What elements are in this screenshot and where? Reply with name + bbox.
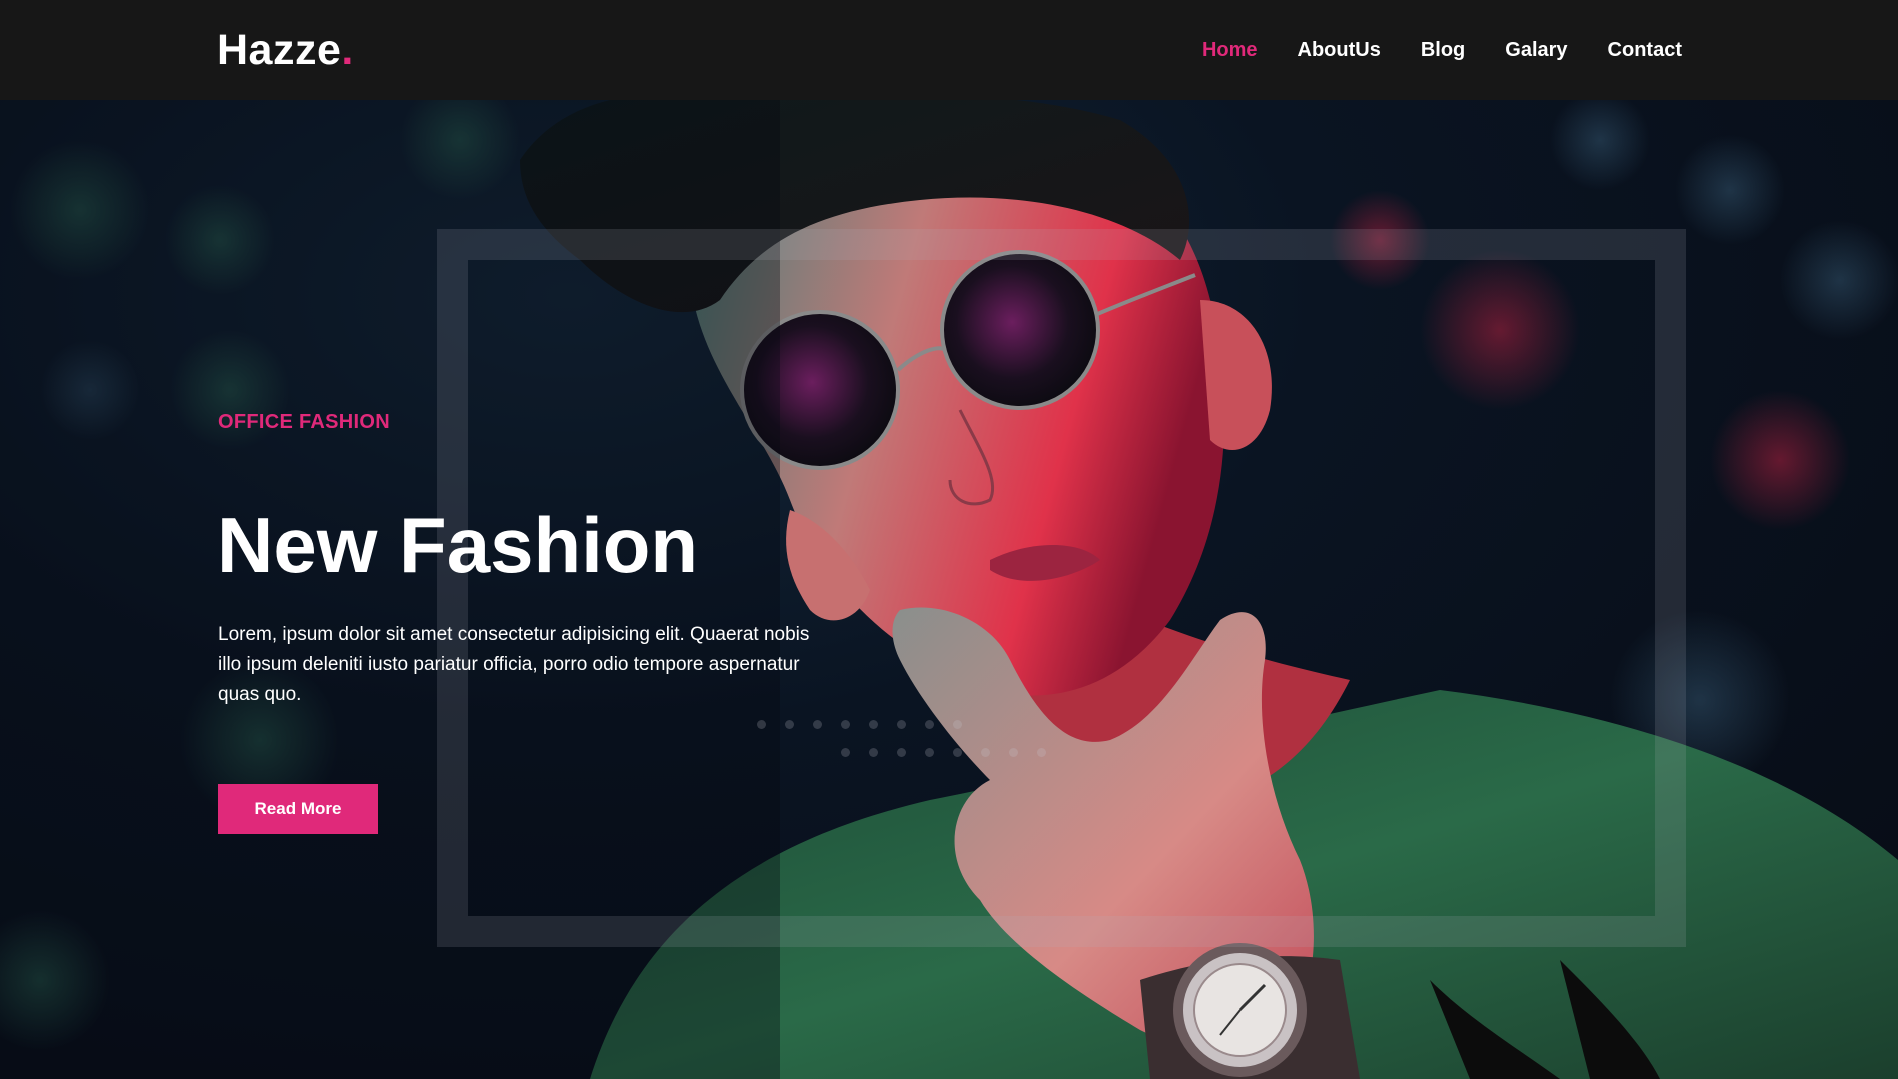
decorative-dot [785, 720, 794, 729]
nav-link-home[interactable]: Home [1202, 37, 1258, 63]
decorative-dot [869, 748, 878, 757]
decorative-dot [925, 748, 934, 757]
decorative-dot [925, 720, 934, 729]
brand-logo[interactable]: Hazze. [217, 28, 354, 72]
read-more-button[interactable]: Read More [218, 784, 378, 834]
brand-dot: . [341, 26, 354, 74]
decorative-dot [813, 720, 822, 729]
main-nav: Home AboutUs Blog Galary Contact [1202, 37, 1682, 63]
decorative-dot [897, 720, 906, 729]
hero-subtitle: OFFICE FASHION [218, 411, 390, 433]
nav-link-aboutus[interactable]: AboutUs [1298, 37, 1381, 63]
decorative-dot [869, 720, 878, 729]
brand-name: Hazze [217, 26, 342, 74]
decorative-dot [841, 720, 850, 729]
decorative-dot [953, 748, 962, 757]
decorative-dot [981, 748, 990, 757]
nav-link-blog[interactable]: Blog [1421, 37, 1465, 63]
decorative-dot [897, 748, 906, 757]
decorative-dot [757, 720, 766, 729]
hero-title: New Fashion [217, 501, 699, 589]
decorative-dot [1037, 748, 1046, 757]
nav-link-galary[interactable]: Galary [1505, 37, 1567, 63]
decorative-dot [953, 720, 962, 729]
decorative-dots [757, 720, 1087, 760]
decorative-dot [841, 748, 850, 757]
nav-link-contact[interactable]: Contact [1608, 37, 1682, 63]
hero-section: OFFICE FASHION New Fashion Lorem, ipsum … [0, 100, 1898, 1079]
decorative-dot [1009, 748, 1018, 757]
hero-description: Lorem, ipsum dolor sit amet consectetur … [218, 624, 810, 705]
navbar: Hazze. Home AboutUs Blog Galary Contact [0, 0, 1898, 100]
